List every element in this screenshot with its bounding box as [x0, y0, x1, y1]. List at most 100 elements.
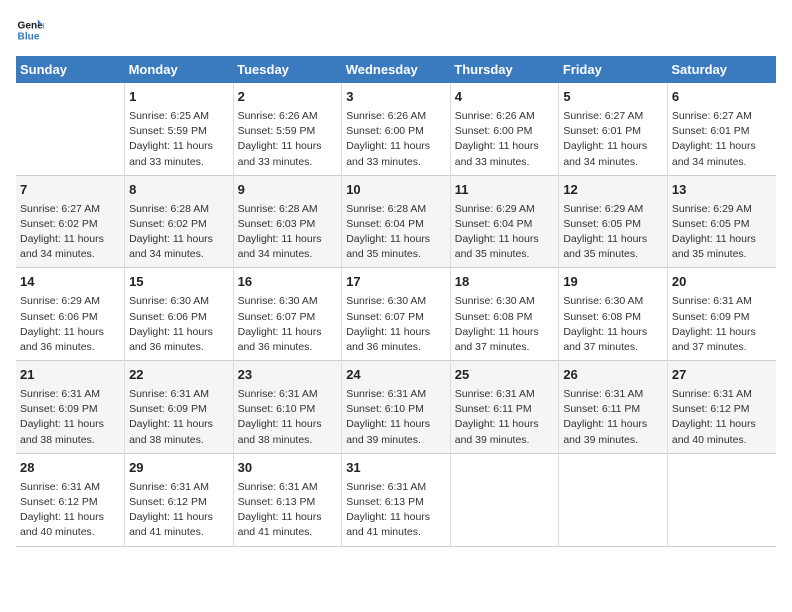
- day-number: 4: [455, 88, 555, 107]
- day-number: 27: [672, 366, 772, 385]
- calendar-cell: 25 Sunrise: 6:31 AM Sunset: 6:11 PM Dayli…: [450, 361, 559, 454]
- day-detail: Sunrise: 6:29 AM Sunset: 6:05 PM Dayligh…: [672, 202, 772, 263]
- calendar-cell: [667, 453, 776, 546]
- calendar-cell: 22Sunrise: 6:31 AM Sunset: 6:09 PM Dayli…: [125, 361, 234, 454]
- day-detail: Sunrise: 6:31 AM Sunset: 6:09 PM Dayligh…: [20, 387, 120, 448]
- calendar-cell: 13 Sunrise: 6:29 AM Sunset: 6:05 PM Dayli…: [667, 175, 776, 268]
- day-detail: Sunrise: 6:31 AM Sunset: 6:13 PM Dayligh…: [346, 480, 446, 541]
- day-detail: Sunrise: 6:31 AM Sunset: 6:10 PM Dayligh…: [346, 387, 446, 448]
- day-number: 10: [346, 181, 446, 200]
- calendar-cell: 3 Sunrise: 6:26 AM Sunset: 6:00 PM Daylig…: [342, 83, 451, 175]
- day-number: 30: [238, 459, 338, 478]
- day-number: 12: [563, 181, 663, 200]
- calendar-cell: 9 Sunrise: 6:28 AM Sunset: 6:03 PM Daylig…: [233, 175, 342, 268]
- day-detail: Sunrise: 6:28 AM Sunset: 6:04 PM Dayligh…: [346, 202, 446, 263]
- calendar-cell: 19 Sunrise: 6:30 AM Sunset: 6:08 PM Dayli…: [559, 268, 668, 361]
- weekday-header-sunday: Sunday: [16, 56, 125, 83]
- calendar-cell: 7 Sunrise: 6:27 AM Sunset: 6:02 PM Daylig…: [16, 175, 125, 268]
- page-header: General Blue: [16, 16, 776, 44]
- calendar-cell: 2Sunrise: 6:26 AM Sunset: 5:59 PM Daylig…: [233, 83, 342, 175]
- calendar-cell: 6Sunrise: 6:27 AM Sunset: 6:01 PM Daylig…: [667, 83, 776, 175]
- weekday-header-tuesday: Tuesday: [233, 56, 342, 83]
- day-detail: Sunrise: 6:26 AM Sunset: 6:00 PM Dayligh…: [455, 109, 555, 170]
- calendar-cell: 5 Sunrise: 6:27 AM Sunset: 6:01 PM Daylig…: [559, 83, 668, 175]
- day-number: 1: [129, 88, 229, 107]
- day-detail: Sunrise: 6:29 AM Sunset: 6:04 PM Dayligh…: [455, 202, 555, 263]
- calendar-cell: 8 Sunrise: 6:28 AM Sunset: 6:02 PM Daylig…: [125, 175, 234, 268]
- day-number: 22: [129, 366, 229, 385]
- calendar-cell: 16 Sunrise: 6:30 AM Sunset: 6:07 PM Dayli…: [233, 268, 342, 361]
- calendar-cell: [450, 453, 559, 546]
- weekday-header-wednesday: Wednesday: [342, 56, 451, 83]
- day-number: 31: [346, 459, 446, 478]
- svg-text:Blue: Blue: [18, 31, 40, 42]
- day-detail: Sunrise: 6:28 AM Sunset: 6:02 PM Dayligh…: [129, 202, 229, 263]
- day-number: 16: [238, 273, 338, 292]
- day-number: 15: [129, 273, 229, 292]
- day-detail: Sunrise: 6:29 AM Sunset: 6:06 PM Dayligh…: [20, 294, 120, 355]
- day-number: 26: [563, 366, 663, 385]
- weekday-header-saturday: Saturday: [667, 56, 776, 83]
- day-detail: Sunrise: 6:27 AM Sunset: 6:01 PM Dayligh…: [563, 109, 663, 170]
- day-number: 5: [563, 88, 663, 107]
- calendar-cell: 17 Sunrise: 6:30 AM Sunset: 6:07 PM Dayli…: [342, 268, 451, 361]
- day-number: 8: [129, 181, 229, 200]
- logo: General Blue: [16, 16, 48, 44]
- day-number: 19: [563, 273, 663, 292]
- week-row-4: 21 Sunrise: 6:31 AM Sunset: 6:09 PM Dayli…: [16, 361, 776, 454]
- day-detail: Sunrise: 6:31 AM Sunset: 6:12 PM Dayligh…: [129, 480, 229, 541]
- calendar-cell: 11 Sunrise: 6:29 AM Sunset: 6:04 PM Dayli…: [450, 175, 559, 268]
- calendar-cell: 20 Sunrise: 6:31 AM Sunset: 6:09 PM Dayli…: [667, 268, 776, 361]
- day-detail: Sunrise: 6:31 AM Sunset: 6:09 PM Dayligh…: [672, 294, 772, 355]
- calendar-cell: 29 Sunrise: 6:31 AM Sunset: 6:12 PM Dayli…: [125, 453, 234, 546]
- calendar-cell: 15 Sunrise: 6:30 AM Sunset: 6:06 PM Dayli…: [125, 268, 234, 361]
- calendar-table: SundayMondayTuesdayWednesdayThursdayFrid…: [16, 56, 776, 547]
- day-number: 23: [238, 366, 338, 385]
- day-number: 21: [20, 366, 120, 385]
- day-detail: Sunrise: 6:31 AM Sunset: 6:10 PM Dayligh…: [238, 387, 338, 448]
- day-detail: Sunrise: 6:26 AM Sunset: 5:59 PM Dayligh…: [238, 109, 338, 170]
- calendar-cell: 12 Sunrise: 6:29 AM Sunset: 6:05 PM Dayli…: [559, 175, 668, 268]
- day-detail: Sunrise: 6:28 AM Sunset: 6:03 PM Dayligh…: [238, 202, 338, 263]
- day-number: 29: [129, 459, 229, 478]
- day-number: 9: [238, 181, 338, 200]
- day-number: 13: [672, 181, 772, 200]
- day-detail: Sunrise: 6:30 AM Sunset: 6:06 PM Dayligh…: [129, 294, 229, 355]
- day-number: 18: [455, 273, 555, 292]
- day-detail: Sunrise: 6:26 AM Sunset: 6:00 PM Dayligh…: [346, 109, 446, 170]
- day-number: 3: [346, 88, 446, 107]
- day-number: 24: [346, 366, 446, 385]
- day-detail: Sunrise: 6:30 AM Sunset: 6:08 PM Dayligh…: [455, 294, 555, 355]
- logo-icon: General Blue: [16, 16, 44, 44]
- calendar-cell: 23 Sunrise: 6:31 AM Sunset: 6:10 PM Dayli…: [233, 361, 342, 454]
- day-detail: Sunrise: 6:27 AM Sunset: 6:02 PM Dayligh…: [20, 202, 120, 263]
- day-detail: Sunrise: 6:31 AM Sunset: 6:12 PM Dayligh…: [672, 387, 772, 448]
- calendar-cell: 24 Sunrise: 6:31 AM Sunset: 6:10 PM Dayli…: [342, 361, 451, 454]
- day-number: 25: [455, 366, 555, 385]
- day-detail: Sunrise: 6:30 AM Sunset: 6:07 PM Dayligh…: [238, 294, 338, 355]
- day-detail: Sunrise: 6:31 AM Sunset: 6:12 PM Dayligh…: [20, 480, 120, 541]
- week-row-3: 14 Sunrise: 6:29 AM Sunset: 6:06 PM Dayli…: [16, 268, 776, 361]
- weekday-header-monday: Monday: [125, 56, 234, 83]
- day-detail: Sunrise: 6:30 AM Sunset: 6:08 PM Dayligh…: [563, 294, 663, 355]
- day-number: 14: [20, 273, 120, 292]
- weekday-header-friday: Friday: [559, 56, 668, 83]
- calendar-cell: 14 Sunrise: 6:29 AM Sunset: 6:06 PM Dayli…: [16, 268, 125, 361]
- calendar-cell: [16, 83, 125, 175]
- calendar-cell: 10 Sunrise: 6:28 AM Sunset: 6:04 PM Dayli…: [342, 175, 451, 268]
- day-number: 20: [672, 273, 772, 292]
- calendar-cell: 27 Sunrise: 6:31 AM Sunset: 6:12 PM Dayli…: [667, 361, 776, 454]
- day-number: 17: [346, 273, 446, 292]
- day-detail: Sunrise: 6:31 AM Sunset: 6:11 PM Dayligh…: [455, 387, 555, 448]
- calendar-cell: 21 Sunrise: 6:31 AM Sunset: 6:09 PM Dayli…: [16, 361, 125, 454]
- calendar-cell: 4 Sunrise: 6:26 AM Sunset: 6:00 PM Daylig…: [450, 83, 559, 175]
- day-detail: Sunrise: 6:29 AM Sunset: 6:05 PM Dayligh…: [563, 202, 663, 263]
- day-number: 11: [455, 181, 555, 200]
- calendar-cell: 26 Sunrise: 6:31 AM Sunset: 6:11 PM Dayli…: [559, 361, 668, 454]
- day-detail: Sunrise: 6:27 AM Sunset: 6:01 PM Dayligh…: [672, 109, 772, 170]
- day-detail: Sunrise: 6:30 AM Sunset: 6:07 PM Dayligh…: [346, 294, 446, 355]
- weekday-header-thursday: Thursday: [450, 56, 559, 83]
- day-number: 7: [20, 181, 120, 200]
- calendar-cell: [559, 453, 668, 546]
- day-detail: Sunrise: 6:31 AM Sunset: 6:11 PM Dayligh…: [563, 387, 663, 448]
